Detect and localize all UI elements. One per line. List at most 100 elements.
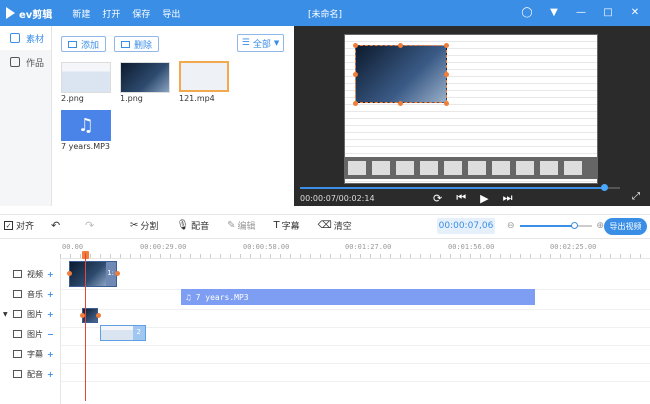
resize-handle[interactable] [353, 72, 358, 77]
dub-button[interactable]: 🎙 配音 [176, 219, 218, 232]
align-toggle[interactable]: ✓ 对齐 [4, 219, 34, 232]
music-icon [13, 290, 22, 298]
app-window: ev剪辑 新建 打开 保存 导出 [未命名] ◯ ▼ — □ ✕ 素材 作品 添… [0, 0, 650, 404]
media-thumb-1png[interactable] [120, 62, 170, 93]
add-track-button[interactable]: + [47, 270, 54, 279]
subtitle-button[interactable]: T 字幕 [274, 219, 309, 232]
track-label-dub: 配音 + [0, 364, 60, 384]
redo-icon[interactable]: ↷ [85, 219, 94, 232]
delete-button[interactable]: 删除 [114, 36, 160, 52]
resize-handle[interactable] [353, 43, 358, 48]
remove-track-button[interactable]: − [47, 330, 54, 339]
add-track-button[interactable]: + [47, 290, 54, 299]
clip-handle[interactable] [67, 271, 72, 276]
menu-new[interactable]: 新建 [72, 7, 90, 20]
align-checkbox[interactable]: ✓ [4, 221, 13, 230]
eraser-icon: ⌫ [317, 220, 332, 231]
media-label: 121.mp4 [179, 94, 215, 103]
user-icon[interactable]: ◯ [520, 5, 534, 19]
track-name: 视频 [27, 269, 43, 279]
track-name: 配音 [27, 369, 43, 379]
track-area[interactable]: 1: ♫ 7 years.MP3 2 [60, 251, 650, 404]
rewind-icon[interactable]: ⟳ [433, 192, 442, 205]
preview-progress-bar[interactable] [300, 184, 620, 191]
close-icon[interactable]: ✕ [628, 5, 642, 19]
media-thumb-audio[interactable]: ♫ [61, 110, 111, 141]
maximize-icon[interactable]: □ [601, 5, 615, 19]
window-controls: ◯ ▼ — □ ✕ [507, 5, 642, 19]
resize-handle[interactable] [444, 101, 449, 106]
image-clip-2[interactable]: 2 [100, 325, 146, 341]
resize-handle[interactable] [398, 43, 403, 48]
next-frame-icon[interactable]: ⏭ [503, 191, 513, 205]
add-button[interactable]: 添加 [61, 36, 107, 52]
clear-button[interactable]: ⌫ 清空 [318, 219, 361, 232]
timeline-ruler[interactable]: 00.00 00:00:29.00 00:00:58.00 00:01:27.0… [60, 239, 650, 259]
nav-item-works[interactable]: 作品 [0, 50, 51, 74]
folder-icon [10, 57, 20, 67]
menu-export[interactable]: 导出 [162, 7, 180, 20]
clip-handle[interactable] [96, 313, 101, 318]
filter-dropdown[interactable]: ☰ 全部 ▼ [237, 34, 284, 52]
split-button[interactable]: ✂ 分割 [130, 219, 167, 232]
collapse-arrow-icon[interactable]: ▼ [3, 311, 8, 318]
title-bar: ev剪辑 新建 打开 保存 导出 [未命名] ◯ ▼ — □ ✕ [0, 0, 650, 26]
grid-icon [10, 33, 20, 43]
add-track-button[interactable]: + [47, 310, 54, 319]
trash-icon [121, 40, 131, 48]
track-label-video: 视频 + [0, 264, 60, 284]
export-video-button[interactable]: 导出视频 [604, 218, 647, 235]
library-toolbar: 添加 删除 [61, 36, 167, 52]
track-name: 图片 [27, 329, 43, 339]
left-nav: 素材 作品 [0, 26, 52, 206]
ruler-label: 00:00:58.00 [243, 243, 290, 251]
zoom-out-icon[interactable]: ⊖ [507, 221, 515, 231]
list-icon: ☰ [241, 38, 250, 48]
resize-handle[interactable] [353, 101, 358, 106]
dub-label: 配音 [191, 222, 210, 232]
undo-icon[interactable]: ↶ [51, 219, 60, 232]
resize-handle[interactable] [444, 72, 449, 77]
menu-open[interactable]: 打开 [102, 7, 120, 20]
microphone-icon [13, 370, 22, 378]
main-menu: 新建 打开 保存 导出 [72, 7, 192, 20]
chevron-down-icon: ▼ [273, 39, 280, 47]
logo-text: ev剪辑 [19, 9, 53, 21]
progress-knob[interactable] [601, 184, 608, 191]
nav-item-label: 作品 [26, 58, 45, 69]
current-time-display: 00:00:07,06 [437, 217, 495, 234]
delete-button-label: 删除 [134, 40, 153, 51]
zoom-knob[interactable] [570, 221, 578, 229]
add-track-button[interactable]: + [47, 350, 54, 359]
prev-frame-icon[interactable]: ⏮ [456, 191, 466, 205]
zoom-slider[interactable] [519, 221, 592, 229]
preview-overlay-image[interactable] [355, 45, 447, 103]
clip-handle[interactable] [115, 271, 120, 276]
folder-add-icon [68, 40, 77, 48]
media-thumb-2png[interactable] [61, 62, 111, 93]
audio-clip[interactable]: ♫ 7 years.MP3 [181, 289, 535, 305]
add-button-label: 添加 [81, 40, 100, 51]
video-clip[interactable]: 1: [69, 261, 117, 287]
add-track-button[interactable]: + [47, 370, 54, 379]
media-thumb-121mp4[interactable] [179, 61, 229, 92]
menu-save[interactable]: 保存 [132, 7, 150, 20]
clear-label: 清空 [333, 222, 352, 232]
fullscreen-icon[interactable]: ⤢ [632, 191, 640, 202]
filter-label: 全部 [252, 39, 271, 50]
resize-handle[interactable] [398, 101, 403, 106]
clip-tag: 2 [136, 328, 141, 336]
preview-thumbnail-strip [345, 157, 597, 179]
minimize-icon[interactable]: — [574, 5, 588, 19]
zoom-in-icon[interactable]: ⊕ [597, 221, 605, 231]
image-icon [13, 330, 22, 338]
ruler-ticks [60, 254, 650, 258]
skin-icon[interactable]: ▼ [547, 5, 561, 19]
preview-canvas[interactable] [344, 34, 598, 184]
edit-button[interactable]: ✎ 编辑 [227, 219, 264, 232]
resize-handle[interactable] [444, 43, 449, 48]
playhead[interactable] [85, 253, 86, 401]
play-icon[interactable]: ▶ [480, 192, 488, 205]
ruler-label: 00:02:25.00 [550, 243, 597, 251]
nav-item-materials[interactable]: 素材 [0, 26, 51, 50]
